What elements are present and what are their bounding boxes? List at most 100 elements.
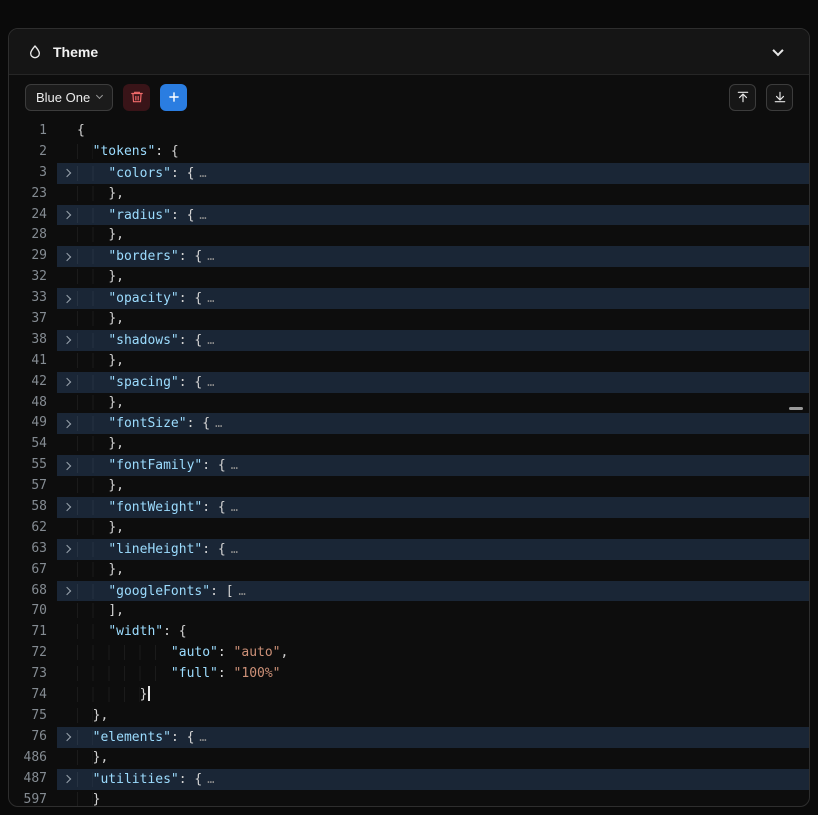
scrollbar-thumb[interactable] [789, 407, 803, 410]
fold-placeholder[interactable]: … [194, 208, 207, 222]
theme-select[interactable]: Blue One [25, 84, 113, 111]
editor-line[interactable]: 62 }, [9, 518, 809, 539]
line-number: 48 [9, 393, 57, 414]
delete-theme-button[interactable] [123, 84, 150, 111]
fold-placeholder[interactable]: … [226, 542, 239, 556]
line-number: 57 [9, 476, 57, 497]
editor-line[interactable]: 75 }, [9, 706, 809, 727]
fold-gutter [57, 643, 77, 664]
editor-line[interactable]: 3 "colors": {… [9, 163, 809, 184]
arrow-up-to-line-icon [736, 90, 750, 104]
editor-line[interactable]: 37 }, [9, 309, 809, 330]
code-text: }, [77, 267, 124, 288]
fold-chevron-icon[interactable] [57, 455, 77, 476]
fold-chevron-icon[interactable] [57, 288, 77, 309]
editor-line[interactable]: 597 } [9, 790, 809, 807]
editor-line[interactable]: 29 "borders": {… [9, 246, 809, 267]
editor-line[interactable]: 2 "tokens": { [9, 142, 809, 163]
fold-chevron-icon[interactable] [57, 163, 77, 184]
fold-chevron-icon[interactable] [57, 413, 77, 434]
fold-chevron-icon[interactable] [57, 769, 77, 790]
fold-chevron-icon[interactable] [57, 246, 77, 267]
fold-chevron-icon[interactable] [57, 497, 77, 518]
editor-line[interactable]: 38 "shadows": {… [9, 330, 809, 351]
editor-line[interactable]: 76 "elements": {… [9, 727, 809, 748]
fold-placeholder[interactable]: … [226, 500, 239, 514]
code-text: "full": "100%" [77, 664, 281, 685]
editor-line[interactable]: 487 "utilities": {… [9, 769, 809, 790]
editor-line[interactable]: 48 }, [9, 393, 809, 414]
code-text: }, [77, 393, 124, 414]
editor-line[interactable]: 1{ [9, 121, 809, 142]
fold-placeholder[interactable]: … [234, 584, 247, 598]
theme-panel: Theme Blue One [8, 28, 810, 807]
editor-line[interactable]: 70 ], [9, 601, 809, 622]
fold-gutter [57, 309, 77, 330]
fold-placeholder[interactable]: … [194, 166, 207, 180]
editor-line[interactable]: 28 }, [9, 225, 809, 246]
add-theme-button[interactable] [160, 84, 187, 111]
line-number: 62 [9, 518, 57, 539]
fold-placeholder[interactable]: … [194, 730, 207, 744]
editor-line[interactable]: 41 }, [9, 351, 809, 372]
fold-chevron-icon[interactable] [57, 330, 77, 351]
editor-line[interactable]: 32 }, [9, 267, 809, 288]
fold-chevron-icon[interactable] [57, 205, 77, 226]
line-number: 71 [9, 622, 57, 643]
editor-line[interactable]: 63 "lineHeight": {… [9, 539, 809, 560]
fold-gutter [57, 748, 77, 769]
editor-line[interactable]: 42 "spacing": {… [9, 372, 809, 393]
chevron-down-icon [772, 44, 783, 55]
code-text: } [77, 685, 150, 706]
fold-gutter [57, 560, 77, 581]
fold-placeholder[interactable]: … [210, 416, 223, 430]
download-theme-button[interactable] [766, 84, 793, 111]
fold-gutter [57, 351, 77, 372]
fold-gutter [57, 706, 77, 727]
editor-line[interactable]: 486 }, [9, 748, 809, 769]
editor-line[interactable]: 33 "opacity": {… [9, 288, 809, 309]
upload-theme-button[interactable] [729, 84, 756, 111]
editor-line[interactable]: 68 "googleFonts": [… [9, 581, 809, 602]
editor-line[interactable]: 74 } [9, 685, 809, 706]
fold-gutter [57, 267, 77, 288]
code-text: { [77, 121, 85, 142]
fold-chevron-icon[interactable] [57, 727, 77, 748]
code-text: "radius": {… [77, 205, 208, 226]
code-text: ], [77, 601, 124, 622]
fold-chevron-icon[interactable] [57, 372, 77, 393]
fold-placeholder[interactable]: … [202, 772, 215, 786]
code-text: "spacing": {… [77, 372, 215, 393]
fold-gutter [57, 184, 77, 205]
editor-line[interactable]: 49 "fontSize": {… [9, 413, 809, 434]
editor-line[interactable]: 58 "fontWeight": {… [9, 497, 809, 518]
fold-gutter [57, 685, 77, 706]
fold-placeholder[interactable]: … [202, 291, 215, 305]
fold-chevron-icon[interactable] [57, 539, 77, 560]
editor-line[interactable]: 73 "full": "100%" [9, 664, 809, 685]
editor-line[interactable]: 71 "width": { [9, 622, 809, 643]
line-number: 24 [9, 205, 57, 226]
editor-line[interactable]: 55 "fontFamily": {… [9, 455, 809, 476]
line-number: 41 [9, 351, 57, 372]
code-editor[interactable]: 1{2 "tokens": {3 "colors": {…23 },24 "ra… [9, 119, 809, 806]
line-number: 75 [9, 706, 57, 727]
fold-placeholder[interactable]: … [226, 458, 239, 472]
fold-placeholder[interactable]: … [202, 249, 215, 263]
code-text: "auto": "auto", [77, 643, 288, 664]
code-text: }, [77, 309, 124, 330]
fold-placeholder[interactable]: … [202, 333, 215, 347]
editor-line[interactable]: 54 }, [9, 434, 809, 455]
line-number: 42 [9, 372, 57, 393]
line-number: 38 [9, 330, 57, 351]
toolbar: Blue One [9, 75, 809, 119]
collapse-panel-button[interactable] [765, 39, 791, 65]
editor-line[interactable]: 57 }, [9, 476, 809, 497]
fold-chevron-icon[interactable] [57, 581, 77, 602]
editor-line[interactable]: 67 }, [9, 560, 809, 581]
editor-line[interactable]: 23 }, [9, 184, 809, 205]
editor-line[interactable]: 24 "radius": {… [9, 205, 809, 226]
fold-placeholder[interactable]: … [202, 375, 215, 389]
editor-line[interactable]: 72 "auto": "auto", [9, 643, 809, 664]
line-number: 72 [9, 643, 57, 664]
